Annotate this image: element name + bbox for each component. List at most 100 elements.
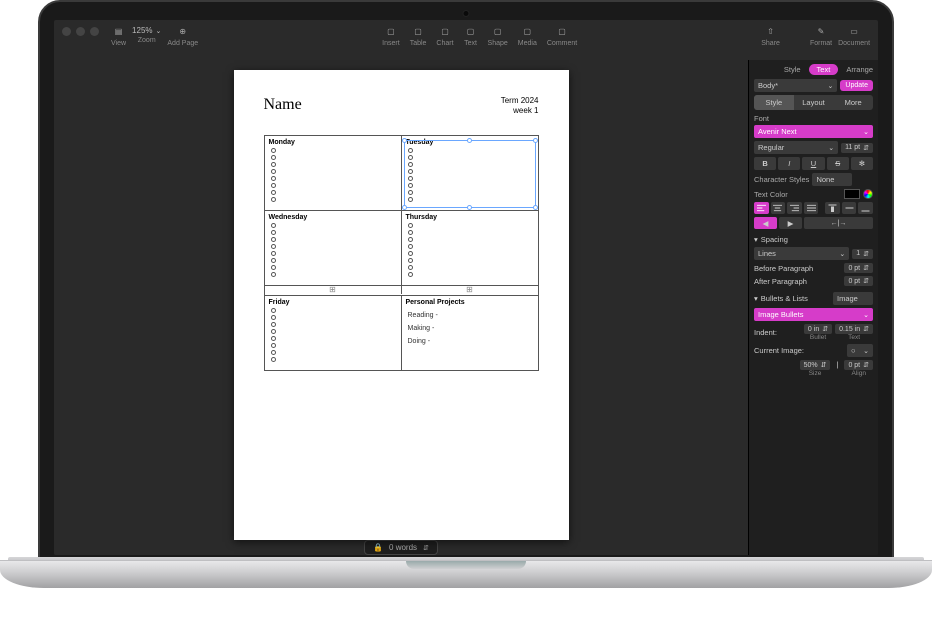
underline-button[interactable]: U xyxy=(802,157,824,170)
bullet-image-select[interactable]: ○⌄ xyxy=(847,344,873,357)
before-para-stepper[interactable]: 0 pt⇵ xyxy=(844,263,873,273)
lock-icon: 🔒 xyxy=(373,543,383,552)
seg-more[interactable]: More xyxy=(833,95,873,110)
current-image-label: Current Image: xyxy=(754,346,804,355)
spacing-section[interactable]: ▾Spacing xyxy=(754,235,873,244)
font-size-stepper[interactable]: 11 pt⇵ xyxy=(841,143,873,153)
project-making[interactable]: Making - xyxy=(408,325,534,332)
bullets-section[interactable]: Bullets & Lists xyxy=(761,294,808,303)
document-button[interactable]: ▭ Document xyxy=(838,24,870,47)
day-heading: Tuesday xyxy=(406,139,534,146)
paragraph-style-select[interactable]: Body*⌄ xyxy=(754,79,837,92)
document-page[interactable]: Name Term 2024 week 1 Monday xyxy=(234,70,569,540)
align-center[interactable] xyxy=(771,202,786,214)
media-icon: ▢ xyxy=(520,24,534,38)
align-justify[interactable] xyxy=(804,202,819,214)
day-heading: Friday xyxy=(269,299,397,306)
document-icon: ▭ xyxy=(847,24,861,38)
bullet-align-stepper[interactable]: 0 pt⇵ xyxy=(844,360,873,370)
strike-button[interactable]: S xyxy=(827,157,849,170)
traffic-max[interactable] xyxy=(90,27,99,36)
page-name-field[interactable]: Name xyxy=(264,96,302,114)
text-button[interactable]: ▢Text xyxy=(464,24,478,47)
day-heading: Personal Projects xyxy=(406,299,534,306)
image-bullets-select[interactable]: Image Bullets⌄ xyxy=(754,308,873,321)
cell-projects[interactable]: Personal Projects Reading - Making - Doi… xyxy=(401,296,538,370)
align-left[interactable] xyxy=(754,202,769,214)
tab-style[interactable]: Style xyxy=(784,65,801,74)
valign-top[interactable] xyxy=(825,202,840,214)
column-handle[interactable]: ⊞ xyxy=(401,286,538,294)
bold-button[interactable]: B xyxy=(754,157,776,170)
insert-button[interactable]: ▢Insert xyxy=(382,24,400,47)
cell-wednesday[interactable]: Wednesday xyxy=(265,211,401,285)
update-button[interactable]: Update xyxy=(840,80,873,91)
indent-label: Indent: xyxy=(754,328,777,337)
color-wheel-icon[interactable] xyxy=(863,189,873,199)
font-family-select[interactable]: Avenir Next⌄ xyxy=(754,125,873,138)
day-heading: Monday xyxy=(269,139,397,146)
line-spacing-stepper[interactable]: 1⇵ xyxy=(852,249,873,259)
comment-button[interactable]: ▢Comment xyxy=(547,24,577,47)
after-para-label: After Paragraph xyxy=(754,277,807,286)
cell-tuesday[interactable]: Tuesday xyxy=(401,136,538,210)
traffic-min[interactable] xyxy=(76,27,85,36)
format-icon: ✎ xyxy=(814,24,828,38)
valign-bottom[interactable] xyxy=(858,202,873,214)
insert-icon: ▢ xyxy=(384,24,398,38)
bullet-indent-stepper[interactable]: 0 in⇵ xyxy=(804,324,832,334)
zoom-menu[interactable]: 125%⌄ Zoom xyxy=(132,24,161,44)
share-icon: ⇧ xyxy=(764,24,778,38)
format-inspector: Style Text Arrange Body*⌄ Update Style L… xyxy=(748,60,878,555)
traffic-close[interactable] xyxy=(62,27,71,36)
indent-increase[interactable]: ▶ xyxy=(779,217,802,229)
cell-monday[interactable]: Monday xyxy=(265,136,401,210)
zoom-value: 125% xyxy=(132,26,152,35)
italic-button[interactable]: I xyxy=(778,157,800,170)
day-heading: Thursday xyxy=(406,214,534,221)
project-reading[interactable]: Reading - xyxy=(408,312,534,319)
share-button[interactable]: ⇧ Share xyxy=(761,24,780,47)
add-page-button[interactable]: ⊕ Add Page xyxy=(167,24,198,47)
media-button[interactable]: ▢Media xyxy=(518,24,537,47)
chart-button[interactable]: ▢Chart xyxy=(436,24,453,47)
text-indent-stepper[interactable]: 0.15 in⇵ xyxy=(835,324,873,334)
align-right[interactable] xyxy=(787,202,802,214)
cell-friday[interactable]: Friday xyxy=(265,296,401,370)
bullets-style-select[interactable]: Image xyxy=(833,292,873,305)
project-doing[interactable]: Doing - xyxy=(408,338,534,345)
table-icon: ▢ xyxy=(411,24,425,38)
seg-layout[interactable]: Layout xyxy=(794,95,834,110)
font-weight-select[interactable]: Regular⌄ xyxy=(754,141,838,154)
column-handle[interactable]: ⊞ xyxy=(265,286,401,294)
text-fx-button[interactable]: ✻ xyxy=(851,157,873,170)
font-label: Font xyxy=(754,114,873,123)
status-bar: 🔒 0 words ⇵ xyxy=(54,540,748,555)
text-color-swatch[interactable] xyxy=(844,189,860,199)
line-spacing-select[interactable]: Lines⌄ xyxy=(754,247,849,260)
selection-frame xyxy=(404,140,536,208)
indent-decrease[interactable]: ◀ xyxy=(754,217,777,229)
table-button[interactable]: ▢Table xyxy=(410,24,427,47)
valign-middle[interactable] xyxy=(842,202,857,214)
char-style-select[interactable]: None xyxy=(812,173,852,186)
view-menu[interactable]: ▤ View xyxy=(111,24,126,47)
chart-icon: ▢ xyxy=(438,24,452,38)
list-indent-hint: ←|→ xyxy=(804,217,873,229)
chevron-down-icon: ⌄ xyxy=(156,27,162,35)
planner-table[interactable]: Monday Tuesday xyxy=(264,135,539,371)
format-button[interactable]: ✎ Format xyxy=(810,24,832,47)
before-para-label: Before Paragraph xyxy=(754,264,813,273)
window-controls[interactable] xyxy=(62,27,99,36)
after-para-stepper[interactable]: 0 pt⇵ xyxy=(844,276,873,286)
text-segmented[interactable]: Style Layout More xyxy=(754,95,873,110)
shape-button[interactable]: ▢Shape xyxy=(488,24,508,47)
tab-arrange[interactable]: Arrange xyxy=(846,65,873,74)
seg-style[interactable]: Style xyxy=(754,95,794,110)
cell-thursday[interactable]: Thursday xyxy=(401,211,538,285)
tab-text[interactable]: Text xyxy=(809,64,839,75)
shape-icon: ▢ xyxy=(491,24,505,38)
word-count[interactable]: 🔒 0 words ⇵ xyxy=(364,540,438,555)
view-icon: ▤ xyxy=(112,24,126,38)
bullet-size-stepper[interactable]: 50%⇵ xyxy=(800,360,831,370)
